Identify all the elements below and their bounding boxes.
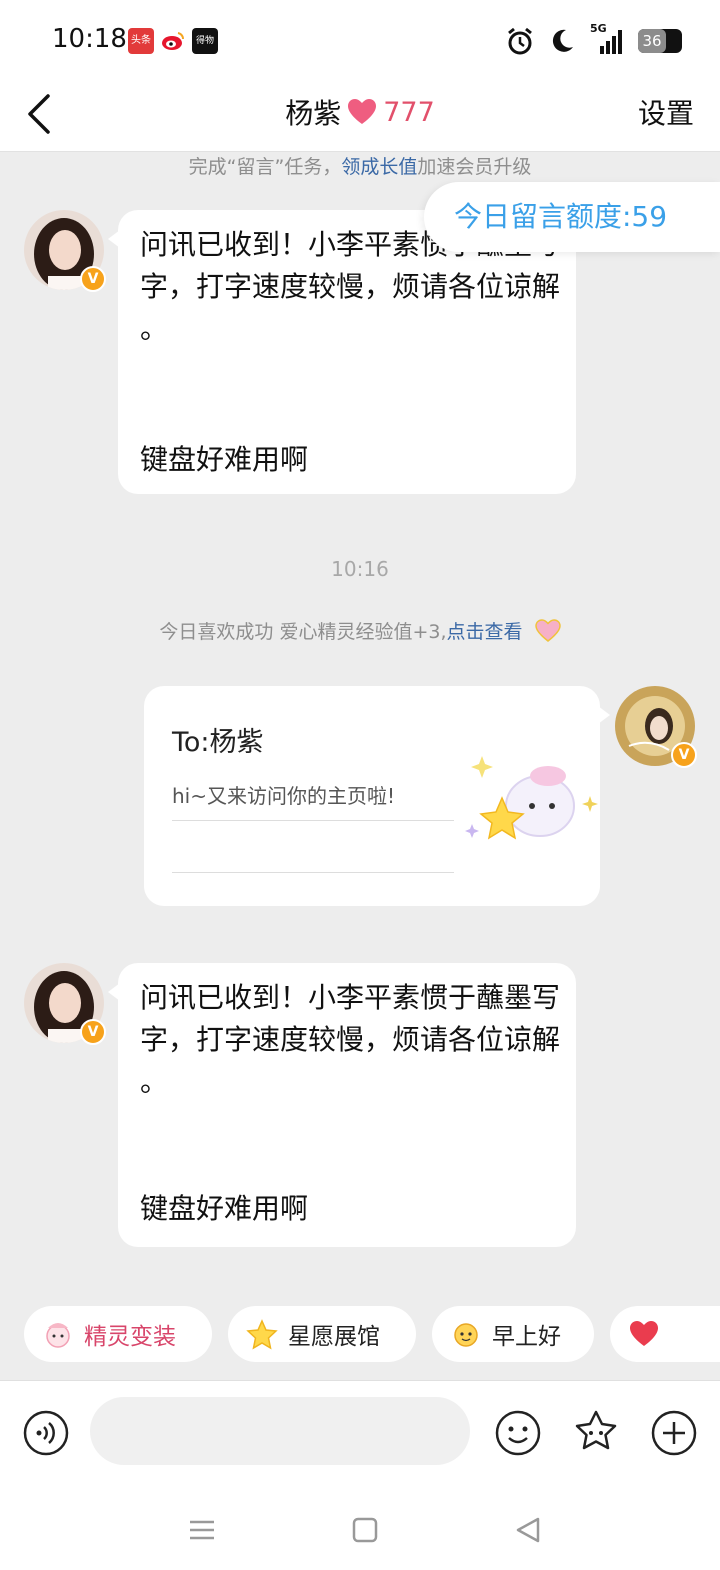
- shortcut-chips: 精灵变装 星愿展馆 早上好: [24, 1306, 720, 1364]
- back-nav-button[interactable]: [508, 1510, 548, 1550]
- chat-header: 杨紫 777 设置: [0, 82, 720, 152]
- contact-name: 杨紫: [285, 97, 342, 130]
- more-button[interactable]: [650, 1409, 698, 1457]
- verified-badge-icon: V: [80, 1019, 106, 1045]
- emoji-button[interactable]: [494, 1409, 542, 1457]
- like-success-hint: 今日喜欢成功 爱心精灵经验值+3,点击查看: [0, 617, 720, 644]
- verified-badge-icon: V: [80, 266, 106, 292]
- home-button[interactable]: [345, 1510, 385, 1550]
- star-face-icon: [575, 1410, 617, 1450]
- dewu-app-icon: 得物: [192, 28, 218, 54]
- card-message: hi~又来访问你的主页啦!: [172, 784, 396, 808]
- toutiao-app-icon: 头条: [128, 28, 154, 54]
- square-icon: [352, 1517, 378, 1543]
- smiley-icon: [495, 1410, 541, 1456]
- message-text: 问讯已收到！小李平素惯于蘸墨写字，打字速度较慢，烦请各位谅解 。: [140, 981, 561, 1098]
- message-bubble[interactable]: 问讯已收到！小李平素惯于蘸墨写字，打字速度较慢，烦请各位谅解 。 键盘好难用啊: [108, 210, 576, 494]
- status-icons: 5G 36: [506, 22, 682, 58]
- task-hint-suffix: 加速会员升级: [417, 156, 532, 178]
- like-hint-text: 今日喜欢成功 爱心精灵经验值+3,: [159, 621, 447, 643]
- message-bubble[interactable]: 问讯已收到！小李平素惯于蘸墨写字，打字速度较慢，烦请各位谅解 。 键盘好难用啊: [108, 963, 576, 1247]
- status-bar: 10:18 头条 得物 5G 36: [0, 0, 720, 82]
- voice-button[interactable]: [22, 1409, 70, 1457]
- sticker-button[interactable]: [572, 1409, 620, 1457]
- chip-label: 星愿展馆: [288, 1324, 380, 1350]
- chip-sprite-costume[interactable]: 精灵变装: [24, 1306, 212, 1362]
- chip-star-wish-hall[interactable]: 星愿展馆: [228, 1306, 416, 1362]
- message-footer: 键盘好难用啊: [140, 1192, 309, 1225]
- page-title: 杨紫 777: [0, 92, 720, 132]
- message-timestamp: 10:16: [331, 557, 389, 581]
- heart-icon: [348, 99, 377, 124]
- status-time: 10:18: [52, 24, 127, 54]
- plus-icon: [651, 1410, 697, 1456]
- input-bar: [0, 1380, 720, 1490]
- sun-face-icon: [454, 1323, 478, 1347]
- sprite-sticker-icon: [465, 756, 598, 840]
- message-input[interactable]: [90, 1397, 470, 1465]
- weibo-app-icon: [160, 28, 186, 54]
- view-details-link[interactable]: 点击查看: [447, 621, 523, 643]
- moon-icon: [552, 29, 573, 52]
- heart-icon: [630, 1321, 658, 1346]
- recent-apps-button[interactable]: [182, 1510, 222, 1550]
- settings-button[interactable]: 设置: [638, 92, 694, 132]
- triangle-back-icon: [516, 1517, 540, 1543]
- signal-icon: 5G: [590, 22, 624, 56]
- chip-good-morning[interactable]: 早上好: [432, 1306, 594, 1362]
- chip-label: 精灵变装: [84, 1324, 176, 1350]
- battery-level: 36: [638, 29, 666, 53]
- chip-label: 早上好: [492, 1324, 561, 1350]
- heart-sprite-icon: [534, 619, 561, 642]
- card-recipient: To:杨紫: [172, 727, 264, 758]
- menu-icon: [190, 1520, 214, 1540]
- heart-count: 777: [383, 96, 435, 128]
- task-hint-prefix: 完成“留言”任务，: [188, 156, 342, 178]
- growth-value-link[interactable]: 领成长值: [341, 156, 417, 178]
- message-quota-pill[interactable]: 今日留言额度:59: [424, 182, 720, 252]
- card-divider: [172, 820, 454, 821]
- my-avatar[interactable]: V: [615, 686, 697, 768]
- greeting-card[interactable]: To:杨紫 hi~又来访问你的主页啦!: [144, 686, 610, 906]
- contact-avatar[interactable]: V: [24, 963, 106, 1045]
- system-nav-bar: [0, 1490, 720, 1570]
- chip-love[interactable]: [610, 1306, 720, 1362]
- sprite-icon: [46, 1323, 70, 1348]
- battery-icon: 36: [638, 29, 682, 53]
- star-icon: [246, 1319, 278, 1350]
- alarm-icon: [508, 27, 532, 55]
- message-footer: 键盘好难用啊: [140, 443, 309, 476]
- task-hint: 完成“留言”任务，领成长值加速会员升级: [0, 152, 720, 179]
- verified-badge-icon: V: [671, 742, 697, 768]
- voice-icon: [23, 1410, 69, 1456]
- contact-avatar[interactable]: V: [24, 210, 106, 292]
- card-divider: [172, 872, 454, 873]
